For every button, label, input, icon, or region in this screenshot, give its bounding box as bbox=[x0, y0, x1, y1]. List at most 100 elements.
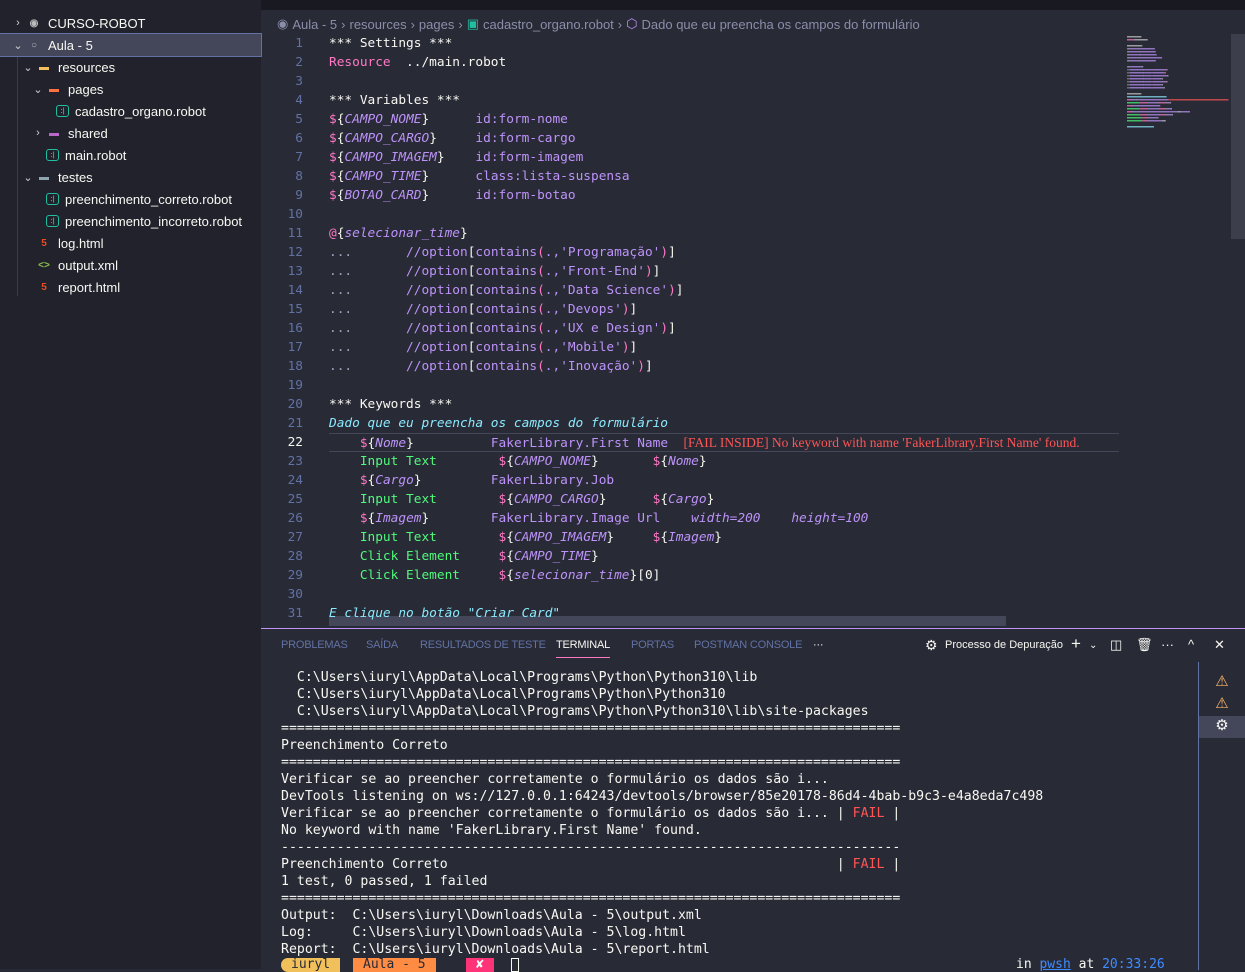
close-panel-icon[interactable]: ✕ bbox=[1214, 637, 1225, 653]
tab-postman-console[interactable]: POSTMAN CONSOLE bbox=[694, 639, 802, 651]
minimap-line bbox=[1127, 108, 1140, 110]
breadcrumb-item[interactable]: cadastro_organo.robot bbox=[483, 17, 614, 32]
tree-item[interactable]: › ◉ CURSO-ROBOT bbox=[0, 12, 261, 34]
code-line[interactable]: 25 Input Text ${CAMPO_CARGO} ${Cargo} bbox=[261, 490, 1119, 509]
code-line[interactable]: 23 Input Text ${CAMPO_NOME} ${Nome} bbox=[261, 452, 1119, 471]
breadcrumb-item[interactable]: resources bbox=[350, 17, 407, 32]
code-line[interactable]: 9 ${BOTAO_CARD} id:form-botao bbox=[261, 186, 1119, 205]
terminal-text: | bbox=[884, 806, 901, 821]
tree-item[interactable]: :| cadastro_organo.robot bbox=[0, 100, 261, 122]
code-token: { bbox=[506, 454, 514, 469]
code-line[interactable]: 31 E clique no botão "Criar Card" bbox=[261, 604, 1119, 623]
code-line[interactable]: 2 Resource ../main.robot bbox=[261, 53, 1119, 72]
warning-icon[interactable]: ⚠ bbox=[1199, 694, 1245, 716]
code-token: CAMPO_NOME bbox=[513, 454, 591, 469]
terminal-text: ========================================… bbox=[281, 721, 901, 736]
code-line[interactable]: 11 @{selecionar_time} bbox=[261, 224, 1119, 243]
maximize-panel-icon[interactable]: ^ bbox=[1188, 637, 1194, 652]
minimap-line bbox=[1127, 57, 1129, 59]
line-content: ${CAMPO_IMAGEM} id:form-imagem bbox=[329, 148, 583, 167]
tree-item[interactable]: ⌄ ▬ pages bbox=[0, 78, 261, 100]
breadcrumb-item[interactable]: pages bbox=[419, 17, 454, 32]
code-line[interactable]: 26 ${Imagem} FakerLibrary.Image Url widt… bbox=[261, 509, 1119, 528]
code-line[interactable]: 30 bbox=[261, 585, 1119, 604]
code-line[interactable]: 18 ... //option[contains(.,'Inovação')] bbox=[261, 357, 1119, 376]
code-line[interactable]: 6 ${CAMPO_CARGO} id:form-cargo bbox=[261, 129, 1119, 148]
code-token: .,'Data Science' bbox=[544, 283, 669, 298]
breadcrumb-item[interactable]: Dado que eu preencha os campos do formul… bbox=[642, 17, 920, 32]
code-line[interactable]: 19 bbox=[261, 376, 1119, 395]
code-line[interactable]: 27 Input Text ${CAMPO_IMAGEM} ${Imagem} bbox=[261, 528, 1119, 547]
tab-terminal[interactable]: TERMINAL bbox=[556, 639, 610, 658]
chevron-down-icon[interactable]: ⌄ bbox=[1089, 640, 1097, 651]
more-tabs-icon[interactable]: ··· bbox=[813, 639, 824, 651]
minimap-line bbox=[1148, 120, 1163, 122]
code-line[interactable]: 12 ... //option[contains(.,'Programação')… bbox=[261, 243, 1119, 262]
breadcrumb-item[interactable]: Aula - 5 bbox=[292, 17, 337, 32]
minimap-line bbox=[1144, 78, 1152, 80]
code-token: selecionar_time bbox=[513, 568, 630, 583]
tree-item[interactable]: :| preenchimento_correto.robot bbox=[0, 188, 261, 210]
code-token: contains bbox=[475, 359, 538, 374]
code-line[interactable]: 29 Click Element ${selecionar_time}[0] bbox=[261, 566, 1119, 585]
tree-item[interactable]: ⌄ ▬ testes bbox=[0, 166, 261, 188]
chevron-icon: ⌄ bbox=[33, 83, 43, 96]
code-line[interactable]: 16 ... //option[contains(.,'UX e Design')… bbox=[261, 319, 1119, 338]
code-line[interactable]: 20 *** Keywords *** bbox=[261, 395, 1119, 414]
code-line[interactable]: 17 ... //option[contains(.,'Mobile')] bbox=[261, 338, 1119, 357]
minimap-line bbox=[1131, 99, 1133, 101]
debug-icon[interactable]: ⚙ bbox=[925, 637, 938, 654]
code-token: .,'UX e Design' bbox=[544, 321, 661, 336]
code-line[interactable]: 5 ${CAMPO_NOME} id:form-nome bbox=[261, 110, 1119, 129]
code-editor[interactable]: 1 *** Settings *** 2 Resource ../main.robot… bbox=[261, 34, 1245, 628]
minimap-line bbox=[1163, 87, 1164, 89]
minimap-line bbox=[1165, 69, 1167, 71]
split-terminal-icon[interactable]: ◫ bbox=[1110, 637, 1122, 653]
trash-icon[interactable]: 🗑 bbox=[1136, 637, 1153, 653]
code-token: } bbox=[429, 131, 437, 146]
minimap[interactable] bbox=[1125, 34, 1235, 164]
code-line[interactable]: 28 Click Element ${CAMPO_TIME} bbox=[261, 547, 1119, 566]
minimap-line bbox=[1129, 75, 1144, 77]
code-line[interactable]: 15 ... //option[contains(.,'Devops')] bbox=[261, 300, 1119, 319]
line-content: ${CAMPO_CARGO} id:form-cargo bbox=[329, 129, 576, 148]
debug-process-label[interactable]: Processo de Depuração bbox=[945, 639, 1063, 651]
tree-item[interactable]: ⌄ ▬ resources bbox=[0, 56, 261, 78]
terminal-line: Verificar se ao preencher corretamente o… bbox=[281, 771, 829, 788]
code-token: Cargo bbox=[375, 473, 414, 488]
error-annotation: [FAIL INSIDE] No keyword with name 'Fake… bbox=[683, 435, 1080, 450]
tree-item[interactable]: :| main.robot bbox=[0, 144, 261, 166]
tree-item[interactable]: :| preenchimento_incorreto.robot bbox=[0, 210, 261, 232]
code-token: $ bbox=[606, 492, 661, 507]
code-line[interactable]: 22 ${Nome} FakerLibrary.First Name [FAIL… bbox=[261, 433, 1119, 452]
new-terminal-plus-icon[interactable]: + bbox=[1071, 634, 1081, 654]
code-line[interactable]: 14 ... //option[contains(.,'Data Science'… bbox=[261, 281, 1119, 300]
tree-item[interactable]: ⌄ ○ Aula - 5 bbox=[0, 33, 262, 57]
tab-resultados-de-teste[interactable]: RESULTADOS DE TESTE bbox=[420, 639, 546, 651]
debug-terminal-icon[interactable]: ⚙ bbox=[1199, 716, 1245, 738]
warning-icon[interactable]: ⚠ bbox=[1199, 672, 1245, 694]
code-line[interactable]: 4 *** Variables *** bbox=[261, 91, 1119, 110]
minimap-line bbox=[1143, 87, 1145, 89]
tab-portas[interactable]: PORTAS bbox=[631, 639, 674, 651]
tree-item[interactable]: › ▬ shared bbox=[0, 122, 261, 144]
code-line[interactable]: 21 Dado que eu preencha os campos do form… bbox=[261, 414, 1119, 433]
tree-item[interactable]: <> output.xml bbox=[0, 254, 261, 276]
code-line[interactable]: 1 *** Settings *** bbox=[261, 34, 1119, 53]
tree-item[interactable]: 5 report.html bbox=[0, 276, 261, 298]
minimap-line bbox=[1166, 102, 1171, 104]
code-line[interactable]: 3 bbox=[261, 72, 1119, 91]
tab-problemas[interactable]: PROBLEMAS bbox=[281, 639, 348, 651]
vertical-scrollbar[interactable] bbox=[1231, 34, 1245, 239]
code-token: ) bbox=[668, 283, 676, 298]
code-line[interactable]: 8 ${CAMPO_TIME} class:lista-suspensa bbox=[261, 167, 1119, 186]
code-line[interactable]: 10 bbox=[261, 205, 1119, 224]
code-line[interactable]: 13 ... //option[contains(.,'Front-End')] bbox=[261, 262, 1119, 281]
code-line[interactable]: 7 ${CAMPO_IMAGEM} id:form-imagem bbox=[261, 148, 1119, 167]
code-token: ] bbox=[629, 302, 638, 317]
tree-item[interactable]: 5 log.html bbox=[0, 232, 261, 254]
more-actions-icon[interactable]: ··· bbox=[1161, 637, 1174, 652]
code-line[interactable]: 24 ${Cargo} FakerLibrary.Job bbox=[261, 471, 1119, 490]
tab-saída[interactable]: SAÍDA bbox=[366, 639, 398, 651]
minimap-line bbox=[1147, 108, 1149, 110]
